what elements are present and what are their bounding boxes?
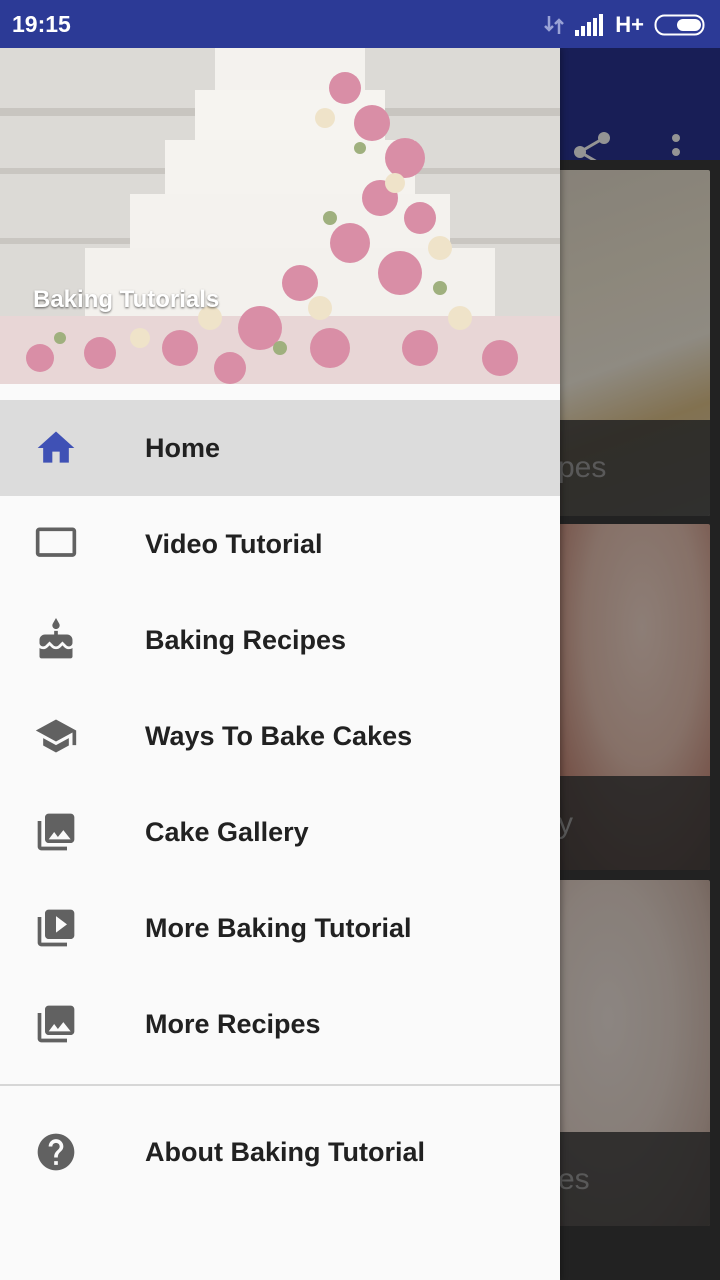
nav-item-ways-to-bake-cakes[interactable]: Ways To Bake Cakes (0, 688, 560, 784)
status-bar: 19:15 H+ (0, 0, 720, 48)
battery-icon (654, 14, 705, 36)
drawer-header-title: Baking Tutorials (33, 286, 220, 313)
home-icon (37, 431, 75, 463)
nav-item-label: Video Tutorial (145, 529, 323, 559)
nav-item-label: More Baking Tutorial (145, 913, 412, 943)
nav-item-more-baking-tutorial[interactable]: More Baking Tutorial (0, 880, 560, 976)
navigation-drawer: Baking Tutorials Home Video Tutorial Bak… (0, 48, 560, 1280)
nav-item-cake-gallery[interactable]: Cake Gallery (0, 784, 560, 880)
nav-item-about[interactable]: About Baking Tutorial (0, 1104, 560, 1200)
signal-icon (575, 14, 604, 36)
nav-item-label: Baking Recipes (145, 625, 347, 655)
school-icon (35, 719, 77, 753)
nav-item-label: Ways To Bake Cakes (145, 721, 413, 751)
status-icons: H+ (543, 12, 708, 38)
nav-item-home[interactable]: Home (0, 400, 560, 496)
nav-item-baking-recipes[interactable]: Baking Recipes (0, 592, 560, 688)
network-type: H+ (615, 12, 644, 37)
drawer-header: Baking Tutorials (0, 48, 560, 384)
data-arrows-icon (544, 16, 565, 34)
nav-item-label: More Recipes (145, 1009, 321, 1039)
photo-library-icon (37, 1005, 75, 1043)
tv-icon (35, 527, 77, 557)
drawer-menu: Home Video Tutorial Baking Recipes Ways … (0, 400, 560, 1200)
photo-library-icon (37, 813, 75, 851)
nav-item-video-tutorial[interactable]: Video Tutorial (0, 496, 560, 592)
header-cake-image (0, 48, 560, 384)
menu-divider (0, 1084, 560, 1086)
nav-item-label: Home (145, 433, 221, 463)
nav-item-label: About Baking Tutorial (145, 1137, 425, 1167)
cake-icon (39, 618, 73, 659)
status-time: 19:15 (12, 11, 71, 37)
help-icon (37, 1133, 75, 1171)
video-library-icon (37, 909, 75, 947)
nav-item-label: Cake Gallery (145, 817, 309, 847)
nav-item-more-recipes[interactable]: More Recipes (0, 976, 560, 1072)
